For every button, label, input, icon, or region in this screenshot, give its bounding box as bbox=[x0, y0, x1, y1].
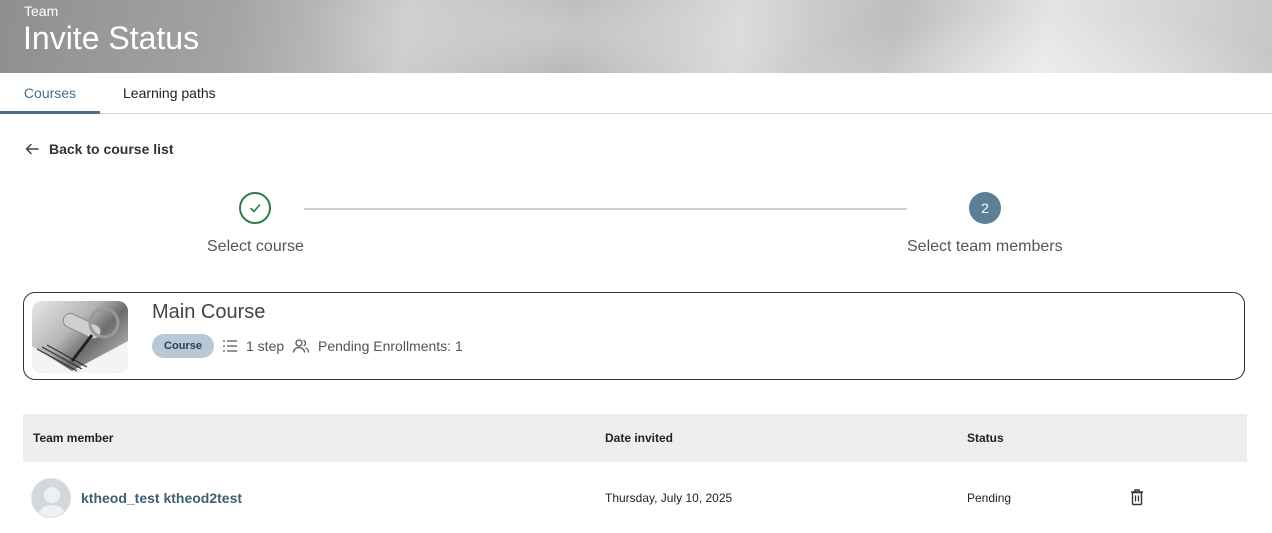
course-steps-label: 1 step bbox=[246, 338, 285, 354]
tab-courses[interactable]: Courses bbox=[0, 73, 100, 114]
tab-bar: Courses Learning paths bbox=[0, 73, 1272, 114]
team-member-name-link[interactable]: ktheod_test ktheod2test bbox=[81, 490, 242, 506]
course-card: Main Course Course 1 step Pending Enroll… bbox=[23, 292, 1245, 380]
column-header-team-member: Team member bbox=[33, 431, 114, 445]
page-header-banner: Team Invite Status bbox=[0, 0, 1272, 73]
column-header-status: Status bbox=[967, 431, 1004, 445]
course-type-badge: Course bbox=[152, 334, 214, 358]
users-icon bbox=[292, 339, 310, 353]
banner-decoration bbox=[780, 10, 1272, 73]
step-1-indicator bbox=[239, 192, 271, 224]
course-pending: Pending Enrollments: 1 bbox=[292, 334, 463, 358]
course-thumbnail bbox=[32, 301, 128, 373]
step-2-indicator: 2 bbox=[969, 192, 1001, 224]
step-1-label: Select course bbox=[207, 238, 304, 255]
avatar bbox=[31, 478, 71, 518]
arrow-left-icon bbox=[25, 143, 39, 155]
page-eyebrow: Team bbox=[24, 3, 59, 19]
course-title: Main Course bbox=[152, 301, 266, 323]
back-link-label: Back to course list bbox=[49, 141, 174, 157]
table-header: Team member Date invited Status bbox=[23, 414, 1247, 462]
course-steps: 1 step bbox=[222, 334, 284, 358]
page-title: Invite Status bbox=[23, 20, 200, 56]
back-to-course-list-link[interactable]: Back to course list bbox=[24, 140, 174, 158]
stepper-connector bbox=[304, 208, 907, 210]
default-user-icon bbox=[32, 479, 70, 517]
trash-icon[interactable] bbox=[1129, 488, 1145, 506]
step-2-label: Select team members bbox=[907, 238, 1063, 255]
table-row: ktheod_test ktheod2test Thursday, July 1… bbox=[23, 462, 1247, 533]
date-invited-value: Thursday, July 10, 2025 bbox=[605, 491, 733, 505]
banner-decoration bbox=[300, 0, 820, 73]
status-value: Pending bbox=[967, 491, 1012, 505]
course-image-icon bbox=[32, 307, 128, 373]
pending-enrollments-label: Pending Enrollments: 1 bbox=[318, 338, 463, 354]
column-header-date-invited: Date invited bbox=[605, 431, 674, 445]
check-icon bbox=[250, 204, 261, 213]
tab-learning-paths[interactable]: Learning paths bbox=[123, 73, 216, 113]
list-icon bbox=[223, 340, 237, 352]
